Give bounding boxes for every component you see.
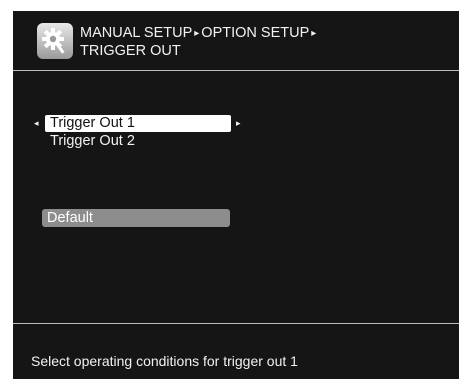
status-text: Select operating conditions for trigger … [31, 353, 298, 369]
header: MANUAL SETUP ▸ OPTION SETUP ▸ TRIGGER OUT [13, 11, 459, 70]
breadcrumb-item-option-setup: OPTION SETUP [201, 25, 310, 41]
breadcrumb-arrow-icon: ▸ [194, 28, 200, 39]
breadcrumb: MANUAL SETUP ▸ OPTION SETUP ▸ TRIGGER OUT [80, 25, 318, 60]
setup-screen: MANUAL SETUP ▸ OPTION SETUP ▸ TRIGGER OUT ◂… [13, 11, 459, 379]
footer-divider [13, 323, 459, 324]
breadcrumb-item-manual-setup: MANUAL SETUP [80, 25, 193, 41]
default-button[interactable]: Default [42, 209, 230, 227]
breadcrumb-arrow-icon: ▸ [311, 28, 317, 39]
menu-item-trigger-out-2[interactable]: Trigger Out 2 [45, 133, 231, 150]
gear-wrench-icon [37, 23, 73, 59]
menu-item-trigger-out-1[interactable]: Trigger Out 1 [45, 115, 231, 132]
right-arrow-icon[interactable]: ▸ [236, 115, 241, 132]
header-divider [13, 70, 459, 71]
breadcrumb-item-trigger-out: TRIGGER OUT [80, 43, 181, 59]
left-arrow-icon[interactable]: ◂ [34, 115, 39, 132]
